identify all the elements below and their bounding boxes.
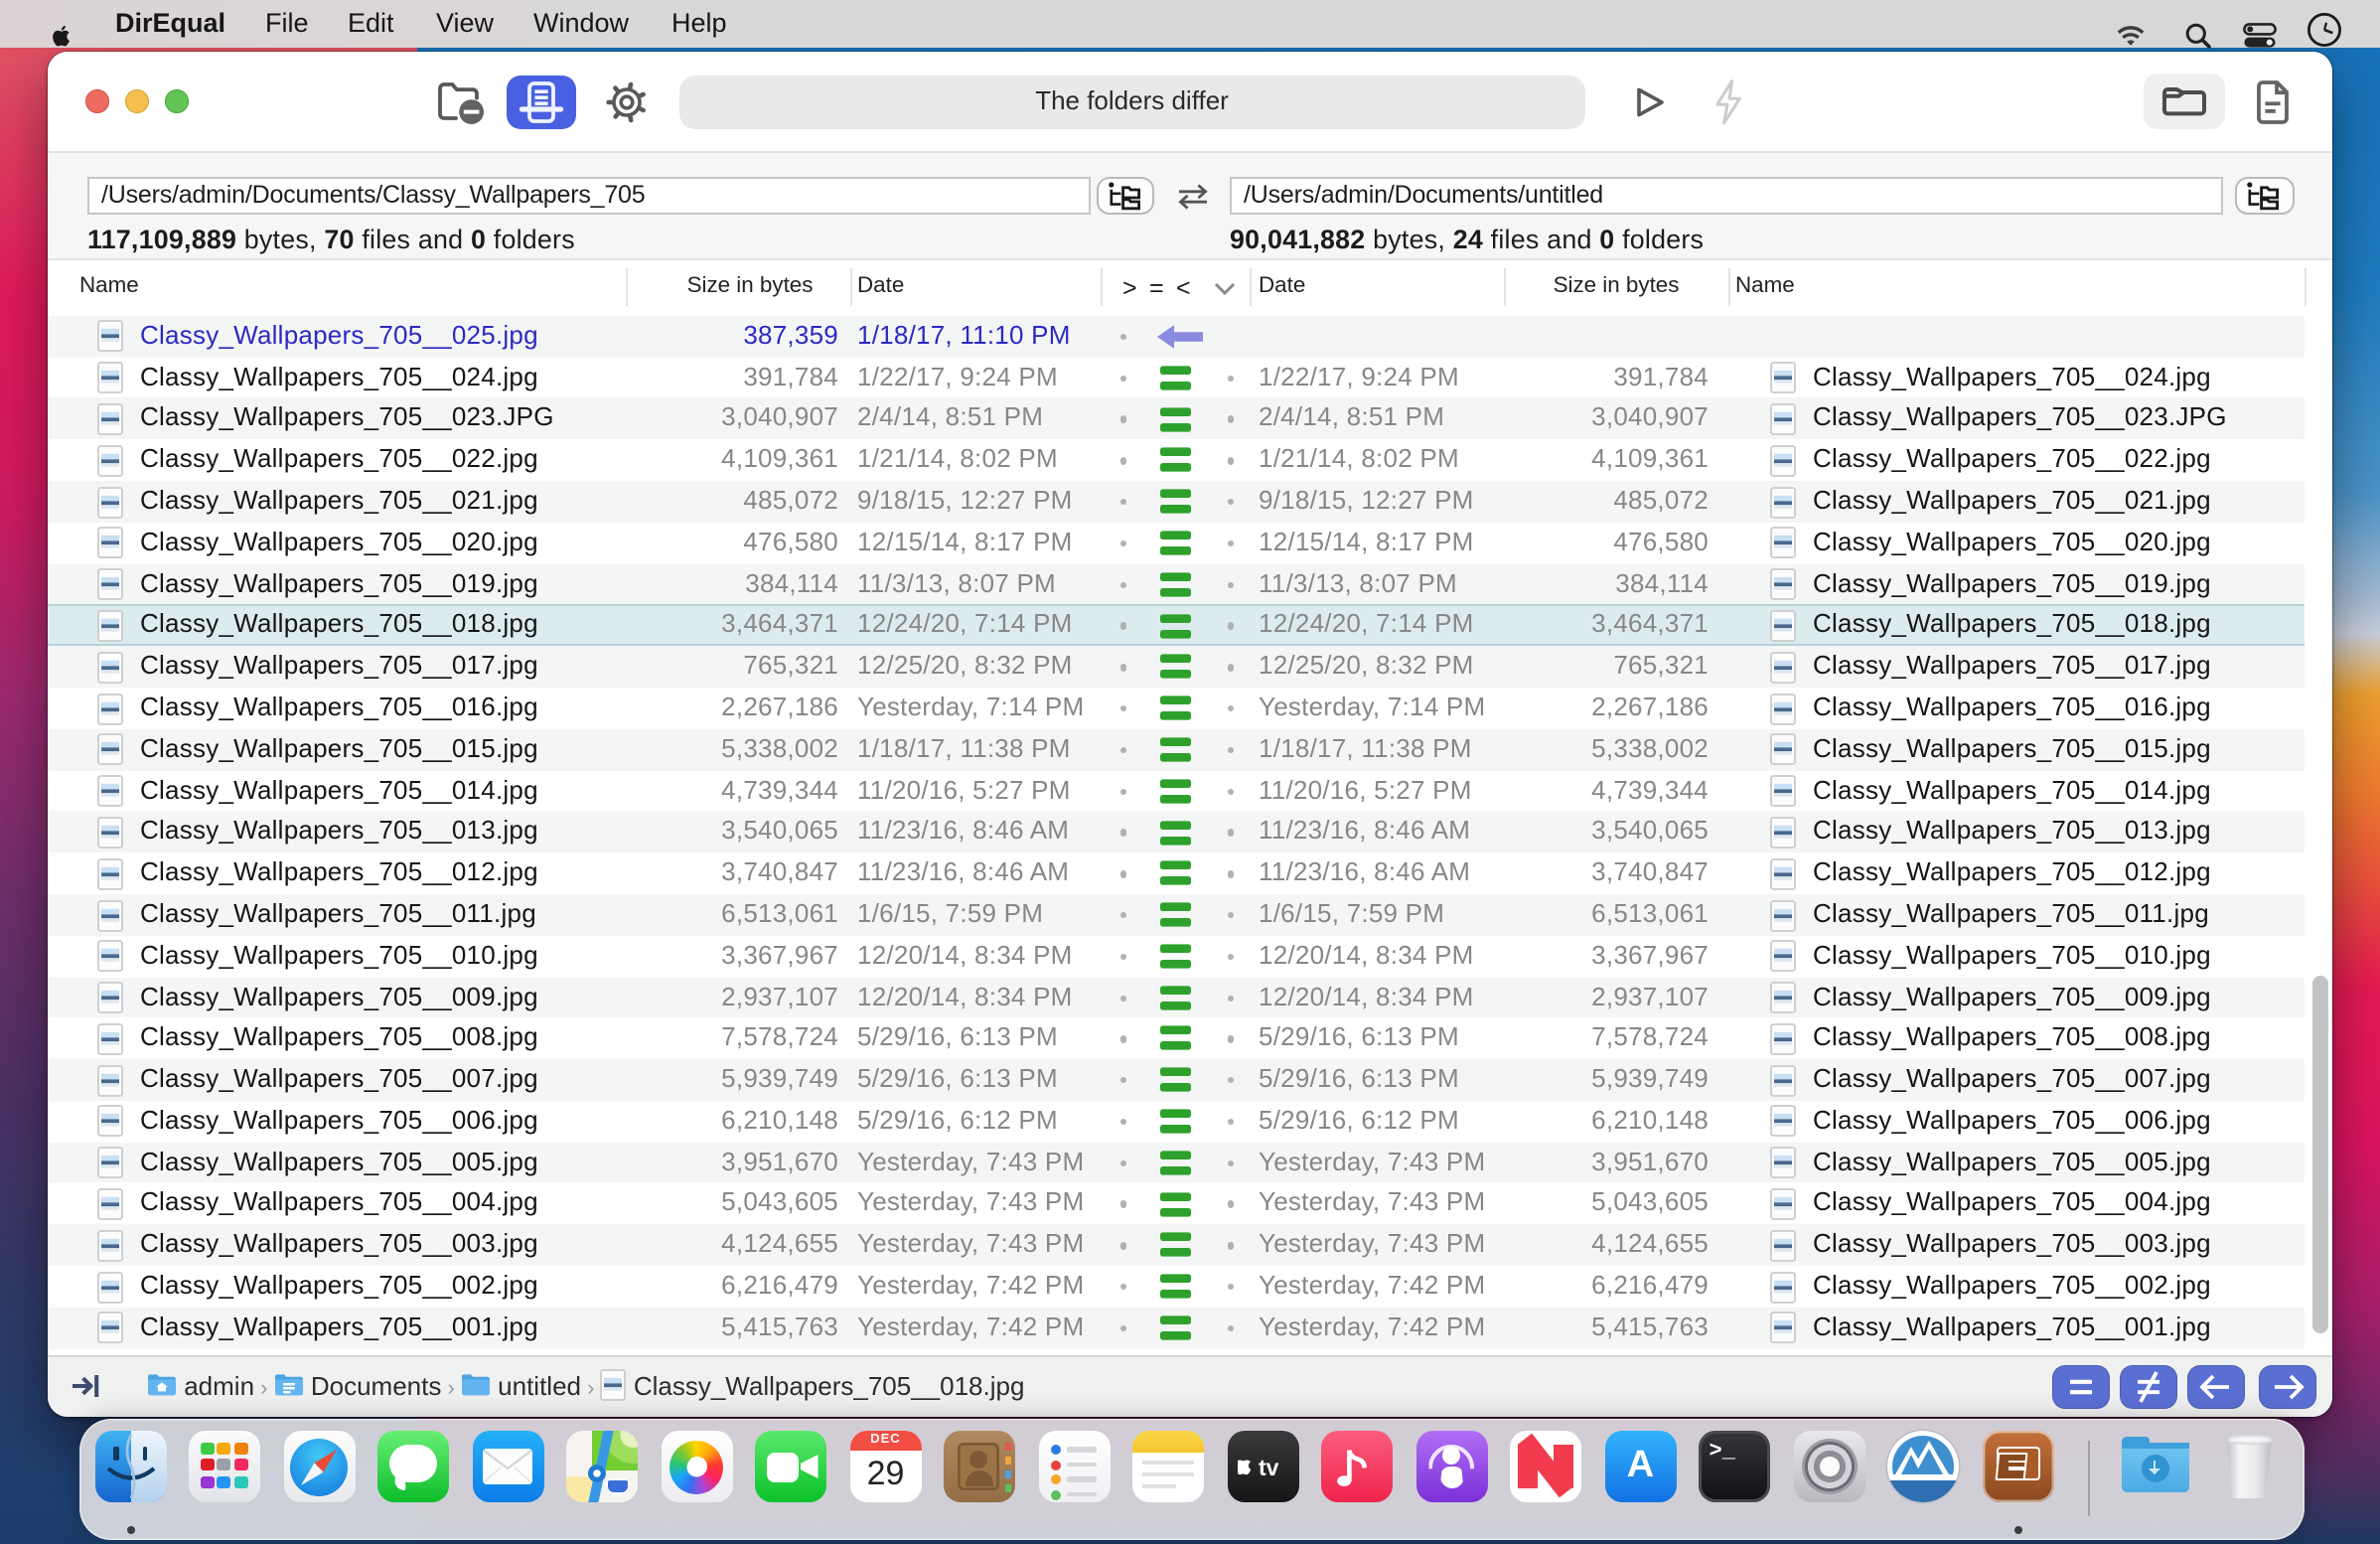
svg-text:tv: tv — [1260, 1455, 1280, 1480]
